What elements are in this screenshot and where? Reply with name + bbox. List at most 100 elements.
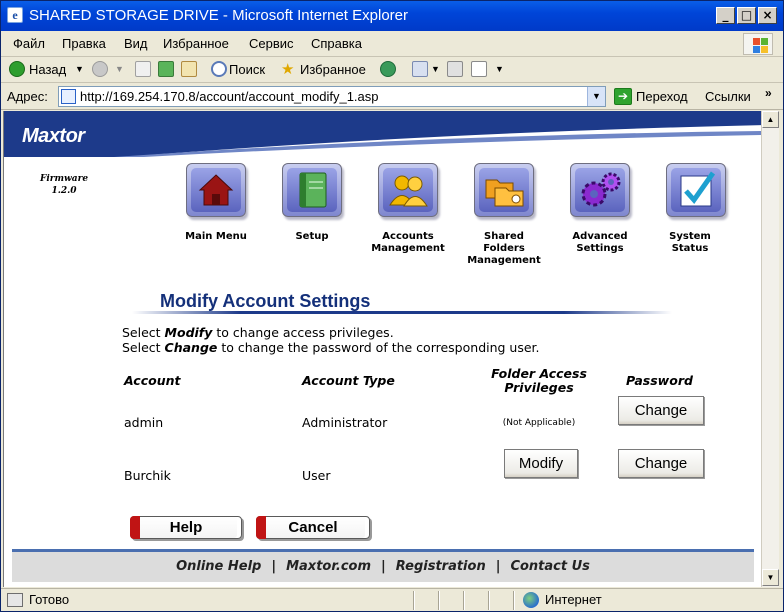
nav-label-advanced-settings[interactable]: Advanced Settings — [560, 231, 640, 255]
column-header-password: Password — [626, 373, 693, 388]
title-underline — [132, 311, 672, 314]
house-icon — [198, 174, 234, 206]
media-icon[interactable] — [380, 61, 396, 77]
nav-label-system-status[interactable]: System Status — [656, 231, 724, 255]
users-icon — [389, 175, 428, 207]
column-header-folder-access: Folder Access Privileges — [491, 366, 587, 395]
menu-file[interactable]: Файл — [13, 36, 45, 51]
footer-registration-link[interactable]: Registration — [396, 559, 486, 574]
nav-advanced-settings[interactable] — [570, 163, 630, 217]
column-header-account-type: Account Type — [302, 373, 395, 388]
ie-page-icon: e — [7, 7, 23, 23]
windows-logo-icon — [743, 33, 773, 55]
address-label: Адрес: — [7, 89, 48, 104]
page-icon — [61, 89, 76, 104]
page-title: Modify Account Settings — [160, 291, 371, 311]
nav-setup[interactable] — [282, 163, 342, 217]
favorites-button[interactable]: Избранное — [300, 62, 366, 77]
change-password-admin-button[interactable]: Change — [618, 396, 704, 425]
row1-type: Administrator — [302, 415, 388, 430]
menu-view[interactable]: Вид — [124, 36, 148, 51]
search-icon[interactable] — [211, 61, 227, 77]
address-url[interactable]: http://169.254.170.8/account/account_mod… — [80, 89, 379, 104]
back-arrow-icon[interactable] — [9, 61, 25, 77]
footer-links: Online Help | Maxtor.com | Registration | Cont… — [12, 552, 754, 582]
links-chevron-icon[interactable]: » — [765, 86, 772, 100]
forward-arrow-icon[interactable] — [92, 61, 108, 77]
gears-icon — [581, 172, 621, 207]
menu-edit[interactable]: Правка — [62, 36, 106, 51]
forward-dropdown-icon[interactable]: ▼ — [115, 64, 124, 74]
nav-main-menu[interactable] — [186, 163, 246, 217]
menu-favorites[interactable]: Избранное — [163, 36, 229, 51]
window-title: SHARED STORAGE DRIVE - Microsoft Interne… — [29, 7, 408, 24]
instruction-change: Select Change to change the password of … — [122, 340, 540, 355]
instruction-modify: Select Modify to change access privilege… — [122, 325, 394, 340]
back-dropdown-icon[interactable]: ▼ — [75, 64, 84, 74]
page-viewport: Maxtor Firmware 1.2.0 Main Menu Setup Ac… — [3, 111, 761, 587]
minimize-button[interactable]: _ — [716, 7, 735, 24]
address-field[interactable]: http://169.254.170.8/account/account_mod… — [58, 86, 606, 107]
print-icon[interactable] — [447, 61, 463, 77]
search-button[interactable]: Поиск — [229, 62, 265, 77]
home-icon[interactable] — [181, 61, 197, 77]
nav-accounts-management[interactable] — [378, 163, 438, 217]
row2-account: Burchik — [124, 468, 171, 483]
row1-account: admin — [124, 415, 164, 430]
close-button[interactable]: × — [758, 7, 777, 24]
footer-online-help-link[interactable]: Online Help — [176, 559, 261, 574]
vertical-scrollbar[interactable]: ▲ ▼ — [761, 111, 779, 587]
favorites-star-icon[interactable]: ★ — [281, 60, 294, 78]
links-button[interactable]: Ссылки — [705, 89, 751, 104]
menu-tools[interactable]: Сервис — [249, 36, 294, 51]
firmware-version: 1.2.0 — [51, 186, 77, 196]
footer-separator: | — [381, 559, 386, 574]
scroll-up-icon[interactable]: ▲ — [762, 111, 779, 128]
footer-separator: | — [495, 559, 501, 574]
footer-separator: | — [271, 559, 277, 574]
modify-privileges-burchik-button[interactable]: Modify — [504, 449, 578, 478]
page-status-icon — [7, 593, 23, 607]
cancel-button[interactable]: Cancel — [256, 516, 370, 539]
column-header-account: Account — [124, 373, 181, 388]
menu-bar: Файл Правка Вид Избранное Сервис Справка — [1, 31, 783, 57]
browser-window: e SHARED STORAGE DRIVE - Microsoft Inter… — [0, 0, 784, 612]
maximize-button[interactable]: □ — [737, 7, 756, 24]
nav-label-accounts-management[interactable]: Accounts Management — [368, 231, 448, 255]
nav-shared-folders-management[interactable] — [474, 163, 534, 217]
firmware-info: Firmware 1.2.0 — [16, 173, 112, 197]
title-bar: e SHARED STORAGE DRIVE - Microsoft Inter… — [1, 1, 783, 31]
mail-icon[interactable] — [412, 61, 428, 77]
menu-help[interactable]: Справка — [311, 36, 362, 51]
nav-label-setup[interactable]: Setup — [272, 231, 352, 243]
go-button[interactable]: Переход — [636, 89, 688, 104]
edit-icon[interactable] — [471, 61, 487, 77]
help-button[interactable]: Help — [130, 516, 242, 539]
go-arrow-icon[interactable]: ➔ — [614, 88, 632, 105]
row2-type: User — [302, 468, 331, 483]
mail-dropdown-icon[interactable]: ▼ — [431, 64, 440, 74]
footer-maxtor-link[interactable]: Maxtor.com — [286, 559, 371, 574]
edit-dropdown-icon[interactable]: ▼ — [495, 64, 504, 74]
toolbar: Назад ▼ ▼ Поиск ★ Избранное ▼ ▼ — [1, 58, 783, 83]
scroll-down-icon[interactable]: ▼ — [762, 569, 779, 586]
header-banner — [4, 111, 761, 157]
nav-label-shared-folders[interactable]: Shared Folders Management — [464, 231, 544, 267]
internet-zone-icon — [523, 592, 539, 608]
nav-system-status[interactable] — [666, 163, 726, 217]
book-icon — [299, 172, 327, 208]
status-bar: Готово Интернет — [1, 588, 783, 611]
checkmark-icon — [680, 171, 716, 207]
status-text: Готово — [29, 592, 70, 607]
row1-folder-access: (Not Applicable) — [502, 418, 576, 428]
address-dropdown-icon[interactable]: ▼ — [587, 87, 605, 106]
folders-icon — [485, 179, 524, 207]
stop-icon[interactable] — [135, 61, 151, 77]
change-password-burchik-button[interactable]: Change — [618, 449, 704, 478]
address-bar: Адрес: http://169.254.170.8/account/acco… — [1, 84, 783, 110]
refresh-icon[interactable] — [158, 61, 174, 77]
firmware-label: Firmware — [39, 174, 89, 184]
back-button[interactable]: Назад — [29, 62, 66, 77]
nav-label-main-menu[interactable]: Main Menu — [176, 231, 256, 243]
footer-contact-link[interactable]: Contact Us — [510, 559, 589, 574]
